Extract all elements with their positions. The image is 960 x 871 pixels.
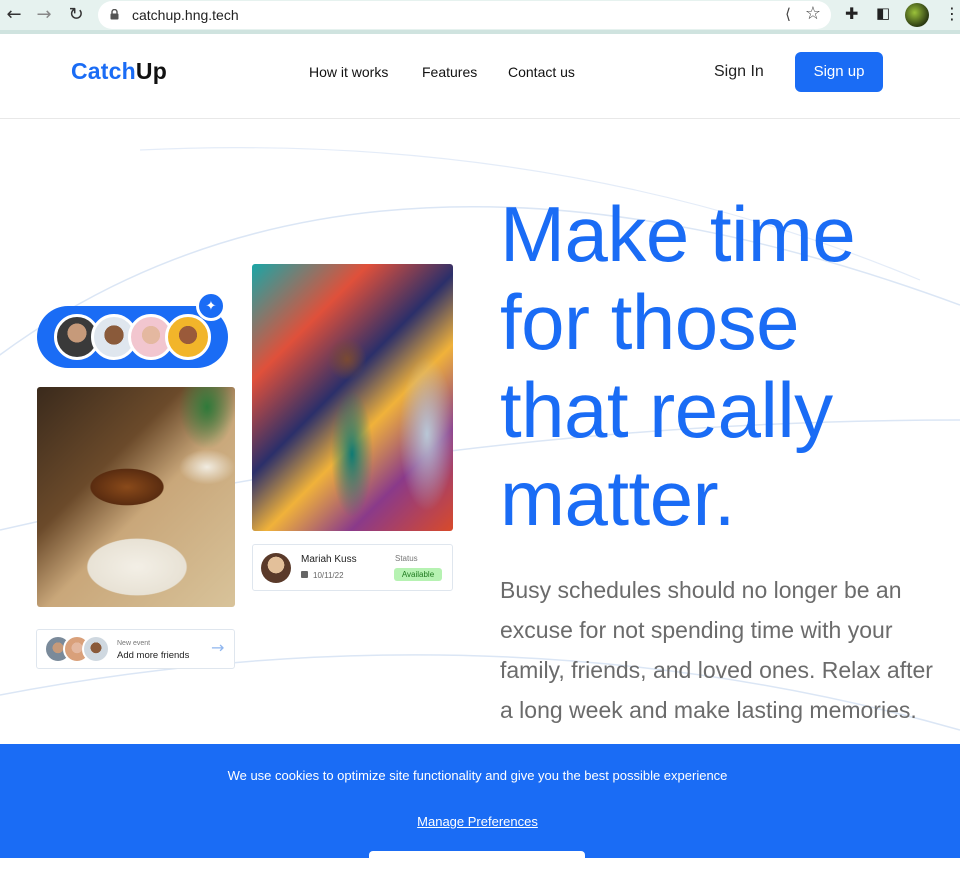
nav-how-it-works[interactable]: How it works bbox=[309, 64, 388, 80]
nav-contact-us[interactable]: Contact us bbox=[508, 64, 575, 80]
cookie-banner: We use cookies to optimize site function… bbox=[0, 744, 960, 871]
back-arrow-icon[interactable]: ← bbox=[3, 4, 25, 26]
site-header: CatchUp How it works Features Contact us… bbox=[0, 34, 960, 119]
sign-in-link[interactable]: Sign In bbox=[714, 63, 764, 81]
manage-preferences-link[interactable]: Manage Preferences bbox=[0, 814, 955, 829]
event-label: New event bbox=[117, 640, 151, 647]
avatar bbox=[165, 314, 211, 360]
profile-card: Mariah Kuss 10/11/22 Status Available bbox=[252, 544, 453, 591]
hero-subtext: Busy schedules should no longer be an ex… bbox=[500, 577, 933, 723]
new-event-card[interactable]: New event Add more friends → bbox=[36, 629, 235, 669]
profile-avatar[interactable] bbox=[905, 3, 929, 27]
logo-part-up: Up bbox=[135, 58, 167, 84]
lock-icon bbox=[110, 9, 119, 20]
friends-avatar-pill: ✦ bbox=[37, 291, 228, 368]
status-badge: Available bbox=[394, 568, 442, 581]
accept-cookies-button[interactable] bbox=[369, 851, 585, 871]
party-icon: ✦ bbox=[196, 291, 226, 321]
url-text: catchup.hng.tech bbox=[132, 7, 239, 23]
friends-party-photo bbox=[252, 264, 453, 531]
food-table-photo bbox=[37, 387, 235, 607]
cookie-message: We use cookies to optimize site function… bbox=[227, 768, 728, 783]
arrow-right-icon[interactable]: → bbox=[211, 638, 224, 657]
logo[interactable]: CatchUp bbox=[71, 58, 167, 85]
share-icon[interactable]: ⟨ bbox=[785, 5, 791, 23]
extensions-icon[interactable]: ✚ bbox=[845, 4, 858, 24]
logo-part-catch: Catch bbox=[71, 58, 136, 84]
profile-name: Mariah Kuss bbox=[301, 554, 357, 565]
side-panel-icon[interactable]: ◧ bbox=[876, 4, 890, 22]
star-icon[interactable]: ☆ bbox=[805, 3, 821, 24]
sign-up-button[interactable]: Sign up bbox=[795, 52, 883, 92]
browser-toolbar: ← → ↻ catchup.hng.tech ⟨ ☆ ✚ ◧ ⋮ bbox=[0, 0, 960, 30]
more-menu-icon[interactable]: ⋮ bbox=[944, 4, 960, 24]
address-bar[interactable]: catchup.hng.tech ⟨ ☆ bbox=[98, 1, 831, 29]
nav-features[interactable]: Features bbox=[422, 64, 477, 80]
forward-arrow-icon[interactable]: → bbox=[33, 4, 55, 26]
calendar-icon bbox=[301, 571, 308, 578]
avatar bbox=[261, 553, 291, 583]
profile-date: 10/11/22 bbox=[313, 571, 344, 580]
hero-headline: Make time for those that really matter. bbox=[500, 190, 856, 542]
status-label: Status bbox=[395, 554, 418, 563]
reload-icon[interactable]: ↻ bbox=[65, 4, 87, 26]
event-text: Add more friends bbox=[117, 650, 190, 661]
hero-section: ✦ Mariah Kuss 10/11/22 Status Available … bbox=[0, 120, 960, 744]
avatar bbox=[82, 635, 110, 663]
